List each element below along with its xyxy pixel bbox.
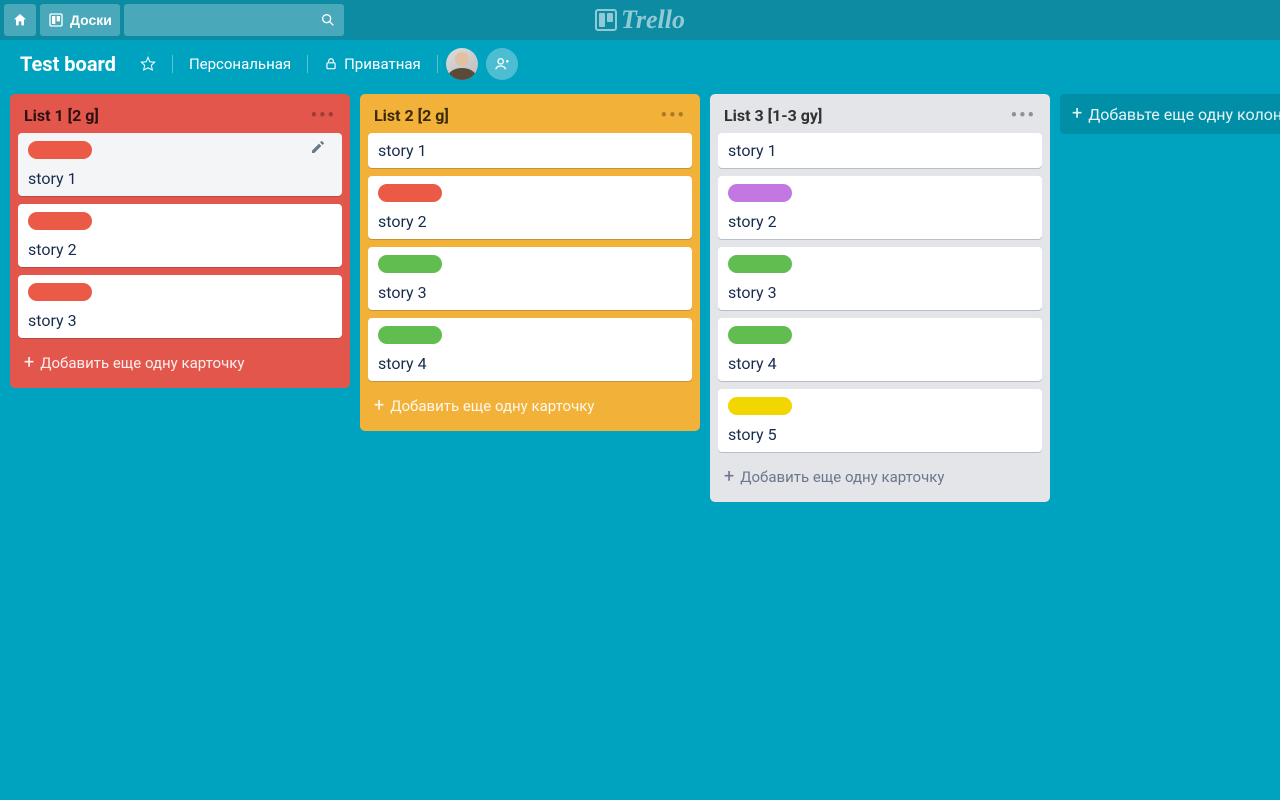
card-label[interactable]: [28, 212, 92, 230]
team-visibility-label: Персональная: [189, 55, 291, 73]
board-header: Test board Персональная Приватная ≋: [0, 40, 1280, 88]
global-header: Доски Trello: [0, 0, 1280, 40]
card-title: story 1: [28, 169, 332, 188]
list-menu-button[interactable]: •••: [661, 111, 686, 121]
card-label[interactable]: [728, 397, 792, 415]
private-visibility-button[interactable]: Приватная: [316, 48, 429, 80]
card-label[interactable]: [378, 184, 442, 202]
list-header: List 1 [2 g] •••: [18, 102, 342, 133]
card[interactable]: story 1: [18, 133, 342, 196]
separator: [437, 55, 438, 73]
home-button[interactable]: [4, 4, 36, 36]
add-card-button[interactable]: + Добавить еще одну карточку: [368, 389, 692, 423]
add-card-button[interactable]: + Добавить еще одну карточку: [18, 346, 342, 380]
card[interactable]: story 5: [718, 389, 1042, 452]
card[interactable]: story 2: [368, 176, 692, 239]
card-title: story 4: [728, 354, 1032, 373]
add-list-button[interactable]: + Добавьте еще одну колонку: [1060, 94, 1280, 134]
card-title: story 3: [28, 311, 332, 330]
list-title[interactable]: List 1 [2 g]: [24, 106, 99, 125]
card-title: story 4: [378, 354, 682, 373]
list-menu-button[interactable]: •••: [1011, 111, 1036, 121]
list-menu-button[interactable]: •••: [311, 111, 336, 121]
member-badge-icon: ≋: [456, 70, 468, 80]
add-member-icon: [494, 56, 510, 72]
card[interactable]: story 3: [18, 275, 342, 338]
card-title: story 3: [728, 283, 1032, 302]
card-title: story 2: [28, 240, 332, 259]
card[interactable]: story 3: [368, 247, 692, 310]
card-label[interactable]: [728, 326, 792, 344]
card-label[interactable]: [378, 326, 442, 344]
list-header: List 2 [2 g] •••: [368, 102, 692, 133]
add-card-label: Добавить еще одну карточку: [40, 354, 244, 372]
trello-logo-icon: [595, 9, 617, 31]
card-label[interactable]: [378, 255, 442, 273]
add-list-label: Добавьте еще одну колонку: [1088, 105, 1280, 124]
trello-logo-text: Trello: [621, 5, 685, 35]
star-icon: [140, 56, 156, 72]
boards-icon: [48, 12, 64, 28]
member-avatar[interactable]: ≋: [446, 48, 478, 80]
list: List 2 [2 g] ••• story 1 story 2 story 3 stor…: [360, 94, 700, 431]
separator: [172, 55, 173, 73]
board-title[interactable]: Test board: [12, 48, 124, 80]
card[interactable]: story 2: [18, 204, 342, 267]
card[interactable]: story 1: [368, 133, 692, 168]
card[interactable]: story 2: [718, 176, 1042, 239]
add-card-label: Добавить еще одну карточку: [740, 468, 944, 486]
list: List 1 [2 g] ••• story 1 story 2 story 3 + Доб…: [10, 94, 350, 388]
list-title[interactable]: List 3 [1-3 gy]: [724, 106, 822, 125]
star-button[interactable]: [132, 48, 164, 80]
add-card-button[interactable]: + Добавить еще одну карточку: [718, 460, 1042, 494]
card-label[interactable]: [728, 255, 792, 273]
card-title: story 5: [728, 425, 1032, 444]
card-title: story 2: [728, 212, 1032, 231]
search-input[interactable]: [124, 4, 344, 36]
list-header: List 3 [1-3 gy] •••: [718, 102, 1042, 133]
home-icon: [12, 12, 28, 28]
plus-icon: +: [724, 469, 734, 485]
add-member-button[interactable]: [486, 48, 518, 80]
pencil-icon: [310, 139, 326, 155]
card[interactable]: story 4: [718, 318, 1042, 381]
lock-icon: [324, 57, 338, 71]
card[interactable]: story 3: [718, 247, 1042, 310]
add-card-label: Добавить еще одну карточку: [390, 397, 594, 415]
card-label[interactable]: [728, 184, 792, 202]
search-icon: [320, 12, 336, 28]
trello-logo[interactable]: Trello: [595, 5, 685, 35]
team-visibility-button[interactable]: Персональная: [181, 48, 299, 80]
edit-card-button[interactable]: [310, 139, 336, 165]
plus-icon: +: [374, 398, 384, 414]
card[interactable]: story 4: [368, 318, 692, 381]
plus-icon: +: [1072, 106, 1082, 122]
private-visibility-label: Приватная: [344, 55, 421, 73]
board-canvas: List 1 [2 g] ••• story 1 story 2 story 3 + Доб…: [0, 88, 1280, 508]
card-title: story 2: [378, 212, 682, 231]
separator: [307, 55, 308, 73]
card-title: story 1: [378, 141, 682, 160]
plus-icon: +: [24, 355, 34, 371]
card-title: story 3: [378, 283, 682, 302]
boards-button[interactable]: Доски: [40, 4, 120, 36]
list-title[interactable]: List 2 [2 g]: [374, 106, 449, 125]
card[interactable]: story 1: [718, 133, 1042, 168]
card-title: story 1: [728, 141, 1032, 160]
list: List 3 [1-3 gy] ••• story 1 story 2 story 3 s…: [710, 94, 1050, 502]
card-label[interactable]: [28, 283, 92, 301]
card-label[interactable]: [28, 141, 92, 159]
boards-button-label: Доски: [70, 12, 112, 28]
